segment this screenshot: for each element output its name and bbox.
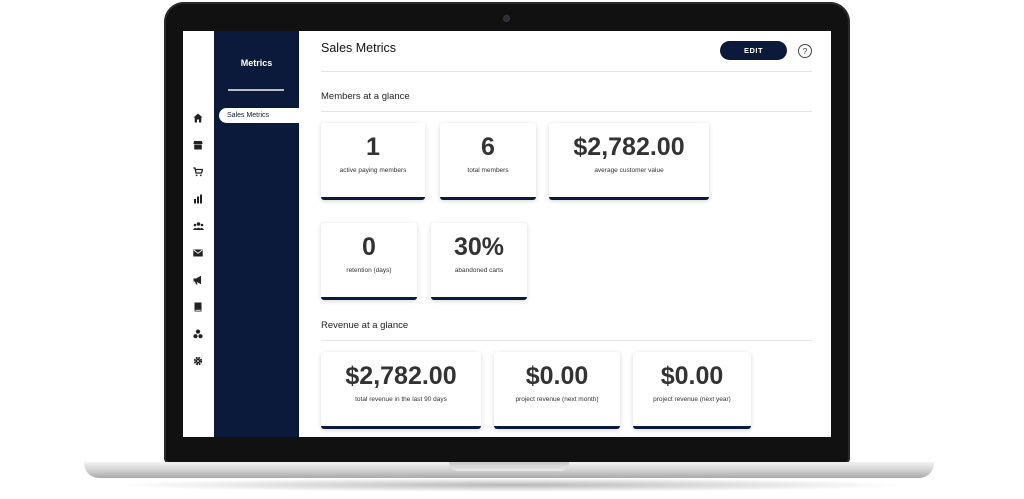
metric-value: $0.00 xyxy=(525,362,589,390)
metric-label: total revenue in the last 90 days xyxy=(355,396,447,403)
metric-value: 0 xyxy=(362,233,376,261)
home-icon[interactable] xyxy=(191,111,205,125)
bar-chart-icon[interactable] xyxy=(191,192,205,206)
edit-button[interactable]: EDIT xyxy=(720,41,787,60)
revenue-divider xyxy=(321,340,812,341)
nav-item-sales-metrics[interactable]: Sales Metrics xyxy=(219,108,299,123)
metric-card-revenue-next-month: $0.00 project revenue (next month) xyxy=(494,352,620,429)
webcam xyxy=(503,15,510,22)
header-divider xyxy=(321,71,812,72)
metric-value: 6 xyxy=(481,133,495,161)
metric-card-retention: 0 retention (days) xyxy=(321,223,417,300)
metric-label: active paying members xyxy=(339,167,407,174)
metric-label: project revenue (next year) xyxy=(653,396,731,403)
app-screen: Metrics Sales Metrics Sales Metrics EDIT… xyxy=(183,31,831,437)
metric-value: $0.00 xyxy=(660,362,724,390)
laptop-base xyxy=(84,462,934,478)
nav-title: Metrics xyxy=(240,58,273,68)
metric-label: total members xyxy=(467,167,509,174)
mail-icon[interactable] xyxy=(191,246,205,260)
metric-card-total-revenue: $2,782.00 total revenue in the last 90 d… xyxy=(321,352,481,429)
nav-title-underline xyxy=(228,89,284,91)
metric-card-abandoned-carts: 30% abandoned carts xyxy=(431,223,527,300)
nav-panel: Metrics Sales Metrics xyxy=(214,31,299,437)
metric-value: 30% xyxy=(453,233,505,261)
metric-label: retention (days) xyxy=(346,267,392,274)
main-content: Sales Metrics EDIT ? Members at a glance… xyxy=(299,31,831,437)
metric-value: $2,782.00 xyxy=(573,133,685,161)
book-icon[interactable] xyxy=(191,300,205,314)
cluster-icon[interactable] xyxy=(191,327,205,341)
laptop-shadow xyxy=(110,478,910,492)
metric-card-average-customer-value: $2,782.00 average customer value xyxy=(549,123,709,200)
metric-label: abandoned carts xyxy=(454,267,504,274)
metric-card-total-members: 6 total members xyxy=(440,123,536,200)
store-icon[interactable] xyxy=(191,138,205,152)
metric-label: average customer value xyxy=(594,167,664,174)
cart-icon[interactable] xyxy=(191,165,205,179)
members-divider xyxy=(321,111,812,112)
page-title: Sales Metrics xyxy=(321,41,397,55)
metric-card-revenue-next-year: $0.00 project revenue (next year) xyxy=(633,352,751,429)
metric-label: project revenue (next month) xyxy=(515,396,599,403)
users-icon[interactable] xyxy=(191,219,205,233)
gear-icon[interactable] xyxy=(191,354,205,368)
laptop-notch xyxy=(449,462,569,471)
icon-rail xyxy=(183,31,214,437)
help-icon[interactable]: ? xyxy=(798,44,812,58)
revenue-section-title: Revenue at a glance xyxy=(321,320,409,331)
metric-value: $2,782.00 xyxy=(345,362,457,390)
members-section-title: Members at a glance xyxy=(321,91,410,102)
megaphone-icon[interactable] xyxy=(191,273,205,287)
metric-card-active-paying-members: 1 active paying members xyxy=(321,123,425,200)
metric-value: 1 xyxy=(366,133,380,161)
